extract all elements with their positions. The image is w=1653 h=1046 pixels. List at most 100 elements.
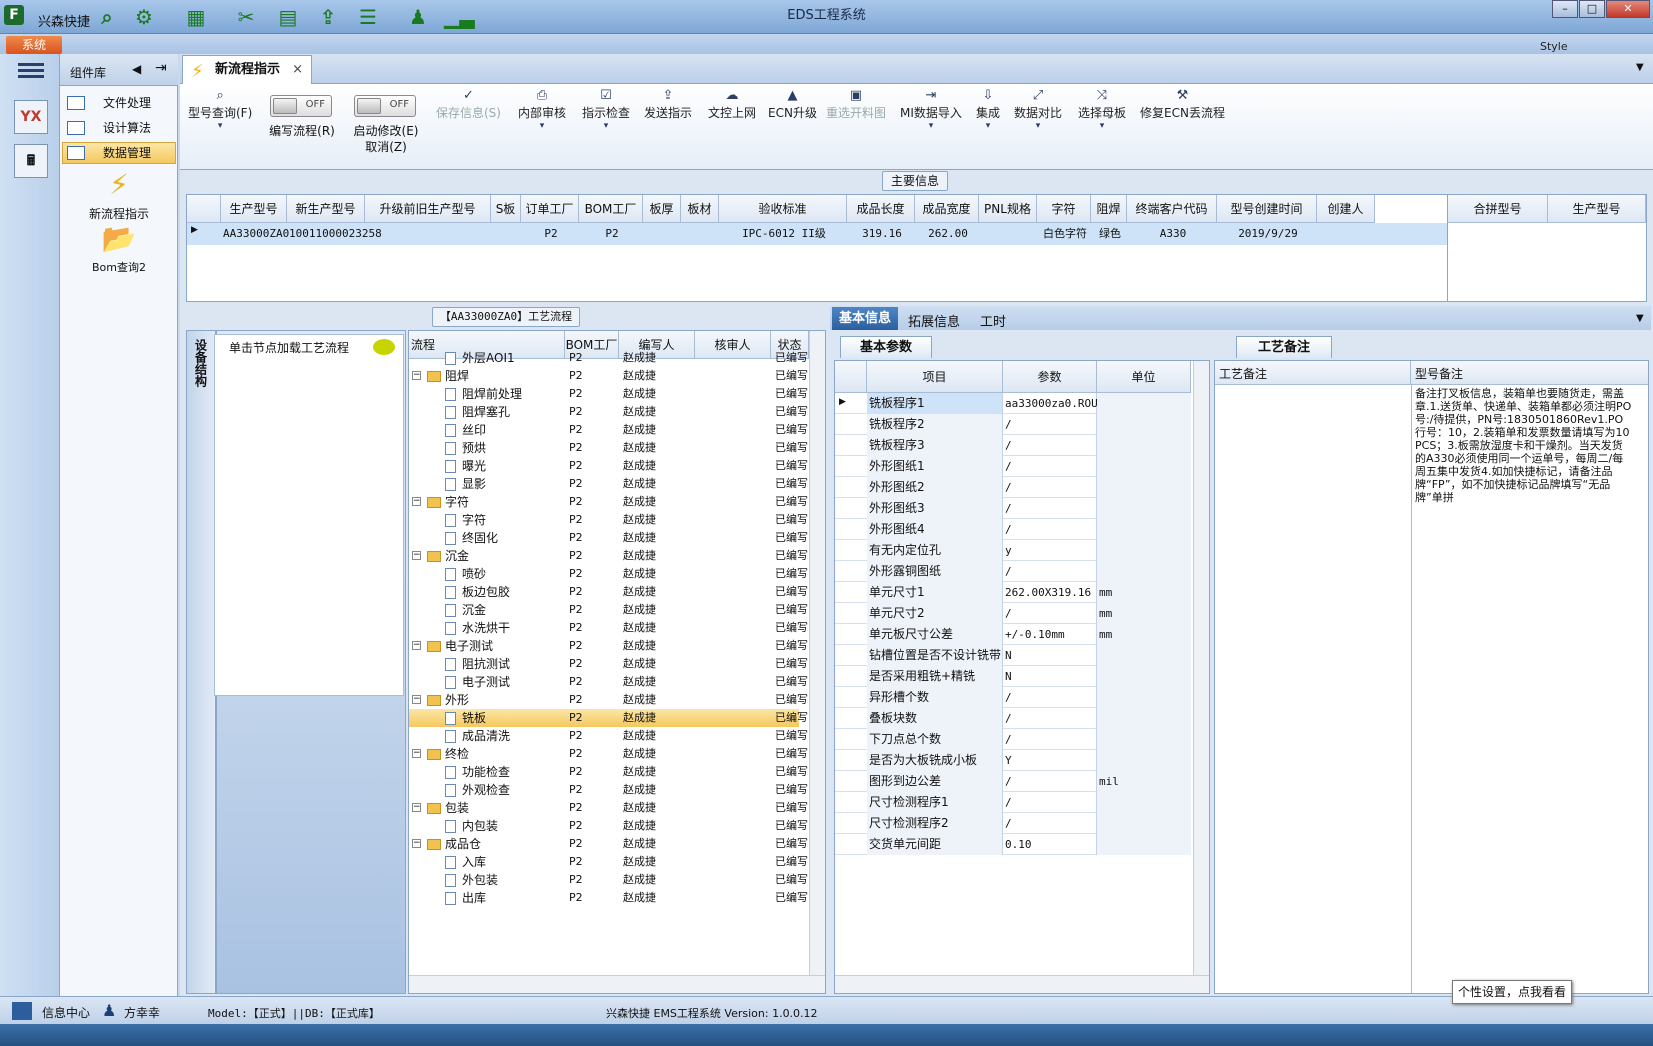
table-cell[interactable]: 白色字符 (1039, 224, 1091, 244)
collapse-left-icon[interactable]: ◀ (132, 62, 141, 76)
param-row[interactable]: 尺寸检测程序1/ (835, 792, 1191, 813)
internal-review-button[interactable]: ⎙ 内部审核 ▾ (518, 88, 566, 137)
param-row[interactable]: 外形图纸3/ (835, 498, 1191, 519)
col-item[interactable]: 项目 (867, 361, 1003, 393)
col-header[interactable]: 订单工厂 (521, 195, 579, 223)
system-button[interactable]: 系统 (6, 36, 62, 54)
param-value[interactable]: y (1003, 540, 1097, 561)
tab-dropdown-icon[interactable]: ▼ (1636, 62, 1644, 73)
tree-row[interactable]: 丝印 P2 赵成捷 已编写 (409, 421, 808, 439)
tree-row[interactable]: 板边包胶 P2 赵成捷 已编写 (409, 583, 808, 601)
col-param[interactable]: 参数 (1003, 361, 1097, 393)
tree-row[interactable]: 水洗烘干 P2 赵成捷 已编写 (409, 619, 808, 637)
tree-row[interactable]: 预烘 P2 赵成捷 已编写 (409, 439, 808, 457)
personal-settings-tooltip[interactable]: 个性设置，点我看看 (1452, 980, 1572, 1004)
param-value[interactable]: / (1003, 456, 1097, 477)
tab-extended-info[interactable]: 拓展信息 (908, 311, 960, 330)
col-header[interactable]: 终端客户代码 (1127, 195, 1217, 223)
tree-row[interactable]: − 包装 P2 赵成捷 已编写 (409, 799, 808, 817)
param-value[interactable]: 262.00X319.16 (1003, 582, 1097, 603)
col-header[interactable]: 字符 (1037, 195, 1091, 223)
params-vscroll[interactable] (1193, 361, 1209, 975)
tab-basic-info[interactable]: 基本信息 (832, 307, 898, 330)
tree-row[interactable]: 阻抗测试 P2 赵成捷 已编写 (409, 655, 808, 673)
tree-row[interactable]: 喷砂 P2 赵成捷 已编写 (409, 565, 808, 583)
info-center[interactable]: 信息中心 (42, 1004, 90, 1021)
param-value[interactable]: 0.10 (1003, 834, 1097, 855)
model-remark-text[interactable]: 备注打叉板信息，装箱单也要随货走，需盖章.1.送货单、快递单、装箱单都必须注明P… (1415, 387, 1633, 947)
param-row[interactable]: 单元尺寸1 262.00X319.16 mm (835, 582, 1191, 603)
tab-new-process[interactable]: ⚡ 新流程指示 × (182, 55, 312, 84)
select-mother-board-button[interactable]: ⤨ 选择母板 ▾ (1078, 88, 1126, 137)
param-value[interactable]: N (1003, 666, 1097, 687)
param-row[interactable]: 铣板程序2/ (835, 414, 1191, 435)
table-cell[interactable]: P2 (523, 224, 579, 244)
ecn-upgrade-button[interactable]: ▲ ECN升级 (768, 88, 817, 121)
table-icon[interactable]: ▦ (184, 6, 208, 28)
reselect-cut-button[interactable]: ▣ 重选开料图 (826, 88, 886, 121)
grid-icon[interactable]: ▤ (276, 6, 300, 28)
param-value[interactable]: / (1003, 435, 1097, 456)
integrate-button[interactable]: ⇩ 集成 ▾ (976, 88, 1000, 137)
tree-row[interactable]: − 阻焊 P2 赵成捷 已编写 (409, 367, 808, 385)
param-row[interactable]: 钻槽位置是否不设计铣带 N (835, 645, 1191, 666)
start-edit-toggle[interactable]: OFF (354, 95, 416, 117)
param-row[interactable]: 交货单元间距 0.10 (835, 834, 1191, 855)
tree-row[interactable]: 外层AOI1 P2 赵成捷 已编写 (409, 349, 808, 367)
tree-hscroll[interactable] (409, 975, 825, 993)
scissors-icon[interactable]: ✂ (234, 6, 258, 28)
table-cell[interactable]: A330 (1129, 224, 1217, 244)
col-header[interactable]: 升级前旧生产型号 (365, 195, 491, 223)
node-hint-box[interactable]: 单击节点加载工艺流程 (214, 334, 404, 696)
tree-row[interactable]: 曝光 P2 赵成捷 已编写 (409, 457, 808, 475)
expand-toggle-icon[interactable]: − (412, 695, 421, 704)
expand-toggle-icon[interactable]: − (412, 551, 421, 560)
search-icon[interactable]: ⌕ (95, 6, 119, 28)
tree-vscroll[interactable] (809, 331, 825, 975)
tree-row[interactable]: − 外形 P2 赵成捷 已编写 (409, 691, 808, 709)
param-value[interactable]: +/-0.10mm (1003, 624, 1097, 645)
expand-toggle-icon[interactable]: − (412, 497, 421, 506)
send-instruction-button[interactable]: ⇪ 发送指示 (644, 88, 692, 121)
param-row[interactable]: 外形露铜图纸 / (835, 561, 1191, 582)
param-value[interactable]: / (1003, 519, 1097, 540)
table-cell[interactable]: 10011000023258 (289, 224, 382, 244)
fix-ecn-button[interactable]: ⚒ 修复ECN丢流程 (1140, 88, 1225, 121)
param-row[interactable]: 单元板尺寸公差 +/-0.10mm mm (835, 624, 1191, 645)
expand-toggle-icon[interactable]: − (412, 749, 421, 758)
tree-row[interactable]: 沉金 P2 赵成捷 已编写 (409, 601, 808, 619)
table-cell[interactable]: IPC-6012 II级 (721, 224, 847, 244)
expand-toggle-icon[interactable]: − (412, 803, 421, 812)
comp-item-data[interactable]: 数据管理 (62, 142, 176, 164)
production-model-header[interactable]: 生产型号 (1548, 195, 1646, 223)
col-header[interactable]: 成品长度 (847, 195, 915, 223)
param-value[interactable]: / (1003, 792, 1097, 813)
comp-item-design[interactable]: 设计算法 (62, 117, 176, 139)
col-header[interactable]: 板材 (681, 195, 719, 223)
param-value[interactable]: / (1003, 687, 1097, 708)
instruction-check-button[interactable]: ☑ 指示检查 ▾ (582, 88, 630, 137)
tab-work-hours[interactable]: 工时 (980, 311, 1006, 330)
yx-icon[interactable]: YX (14, 100, 48, 134)
mi-import-button[interactable]: ⇥ MI数据导入 ▾ (900, 88, 962, 137)
expand-toggle-icon[interactable]: − (412, 839, 421, 848)
tree-row[interactable]: − 成品仓 P2 赵成捷 已编写 (409, 835, 808, 853)
param-value[interactable]: / (1003, 708, 1097, 729)
param-value[interactable]: aa33000za0.ROU (1003, 393, 1098, 414)
param-row[interactable]: 叠板块数 / (835, 708, 1191, 729)
user-icon[interactable]: ♟ (406, 6, 430, 28)
save-info-button[interactable]: ✓ 保存信息(S) (436, 88, 501, 121)
col-header[interactable]: 板厚 (643, 195, 681, 223)
cancel-edit-label[interactable]: 取消(Z) (344, 138, 428, 155)
doc-online-button[interactable]: ☁ 文控上网 (708, 88, 756, 121)
tree-row[interactable]: 显影 P2 赵成捷 已编写 (409, 475, 808, 493)
table-cell[interactable]: AA33000ZA0 (223, 224, 289, 244)
tree-row[interactable]: 成品清洗 P2 赵成捷 已编写 (409, 727, 808, 745)
param-row[interactable]: 有无内定位孔 y (835, 540, 1191, 561)
tree-row[interactable]: 阻焊前处理 P2 赵成捷 已编写 (409, 385, 808, 403)
col-header[interactable]: 阻焊 (1091, 195, 1127, 223)
tree-row[interactable]: 外包装 P2 赵成捷 已编写 (409, 871, 808, 889)
bom-query-item[interactable]: 📂 Bom查询2 (64, 222, 174, 275)
new-process-item[interactable]: ⚡ 新流程指示 (64, 168, 174, 222)
table-cell[interactable]: 2019/9/29 (1219, 224, 1317, 244)
